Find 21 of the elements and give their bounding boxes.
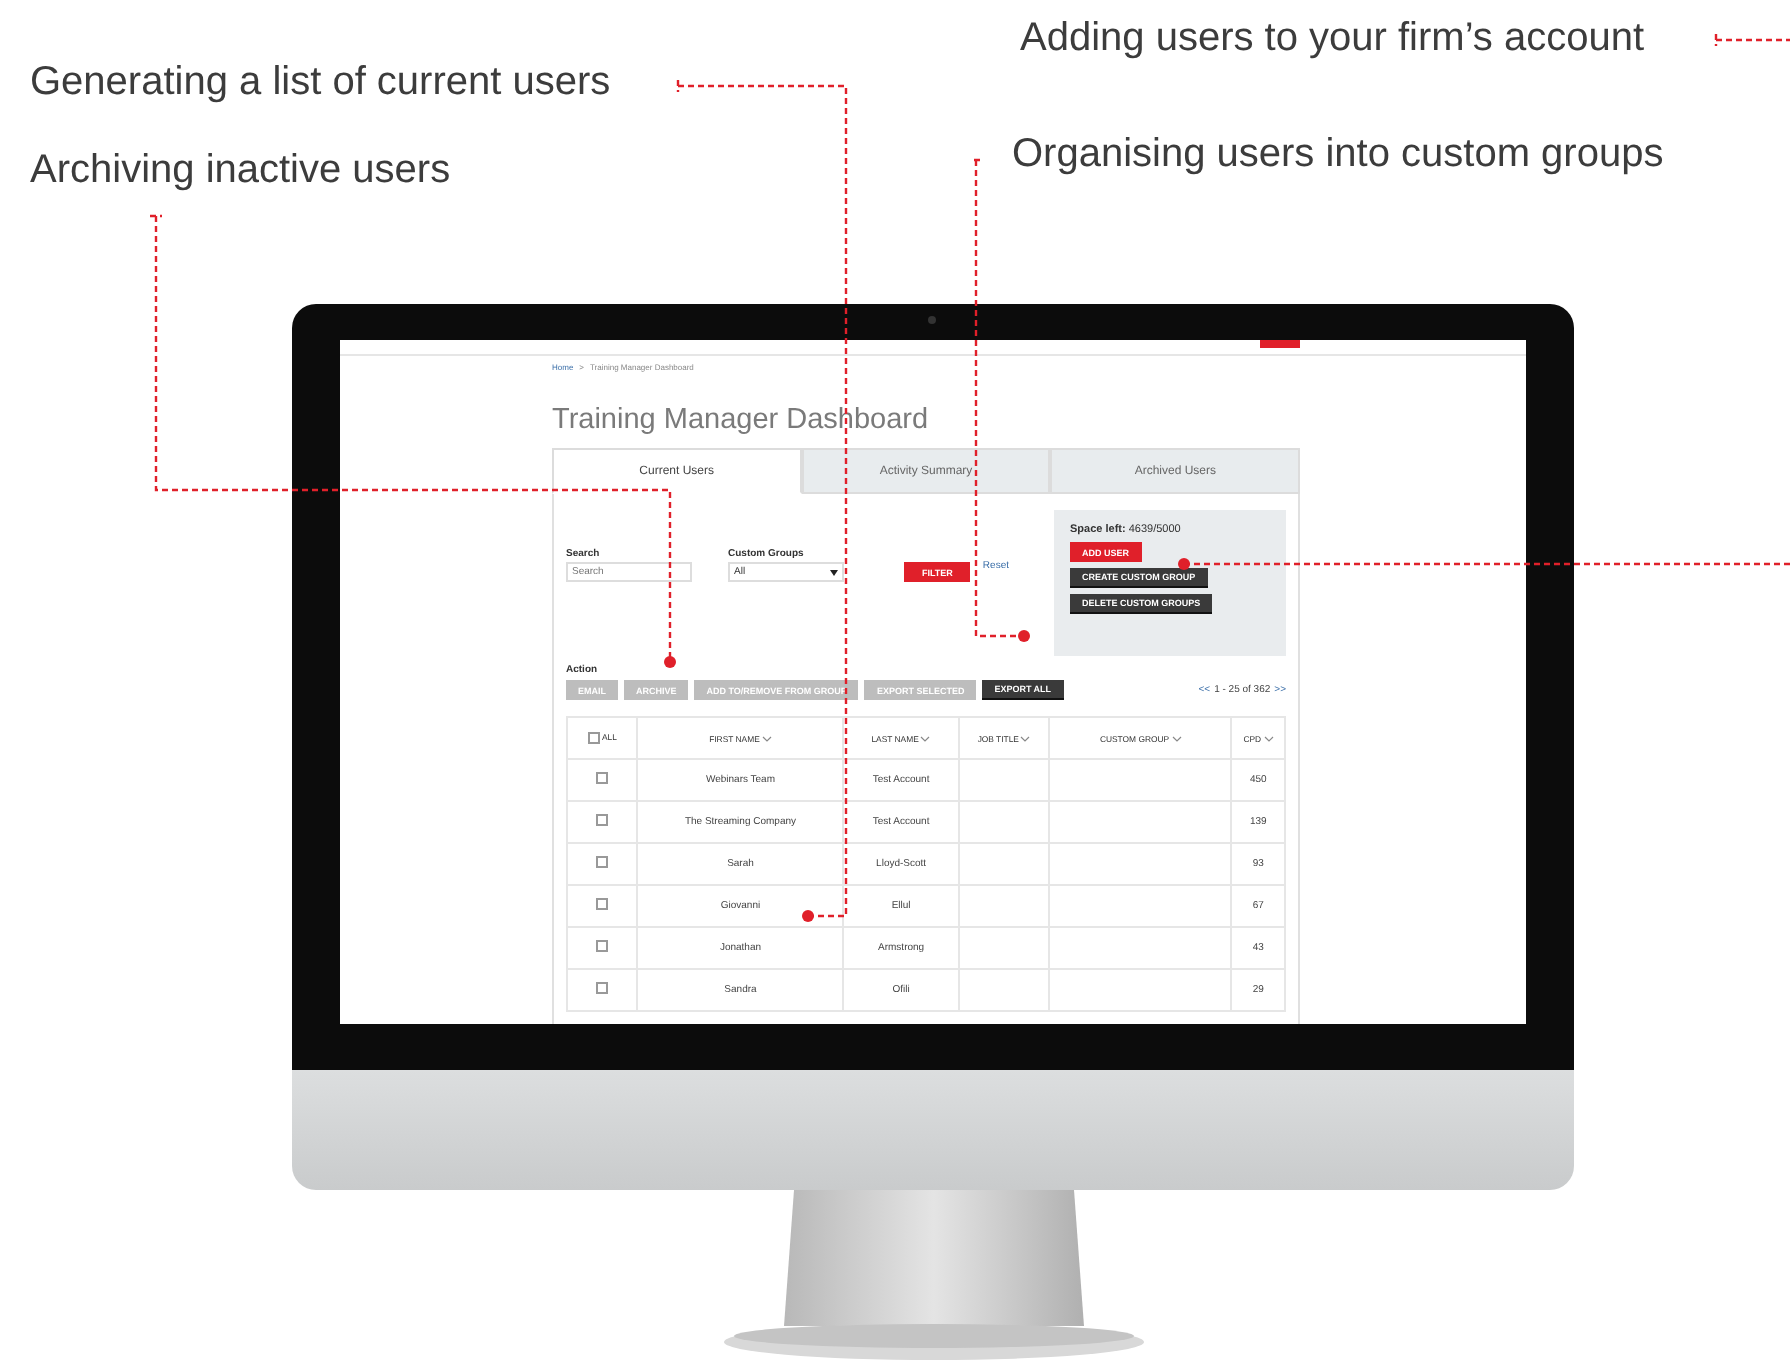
- leader-line: [1714, 32, 1790, 48]
- checkbox[interactable]: [596, 898, 609, 910]
- chevron-down-icon: [761, 735, 772, 741]
- chevron-down-icon: [920, 735, 931, 741]
- checkbox[interactable]: [596, 814, 609, 826]
- chevron-down-icon: [1020, 735, 1031, 741]
- callout-label: Organising users into custom groups: [1012, 132, 1664, 178]
- checkbox[interactable]: [596, 940, 609, 952]
- chevron-down-icon: [1171, 735, 1182, 741]
- checkbox[interactable]: [596, 772, 609, 784]
- camera-icon: [928, 316, 936, 324]
- header-tab-edge: [1260, 340, 1300, 348]
- checkbox[interactable]: [596, 982, 609, 994]
- caret-icon: [830, 569, 838, 575]
- callout-label: Generating a list of current users: [30, 60, 611, 106]
- chevron-down-icon: [1263, 735, 1274, 741]
- callout-label: Adding users to your firm’s account: [1020, 16, 1645, 62]
- checkbox[interactable]: [587, 731, 600, 743]
- callout-label: Archiving inactive users: [30, 148, 451, 194]
- checkbox[interactable]: [596, 856, 609, 868]
- page-title: Training Manager Dashboard: [552, 404, 931, 436]
